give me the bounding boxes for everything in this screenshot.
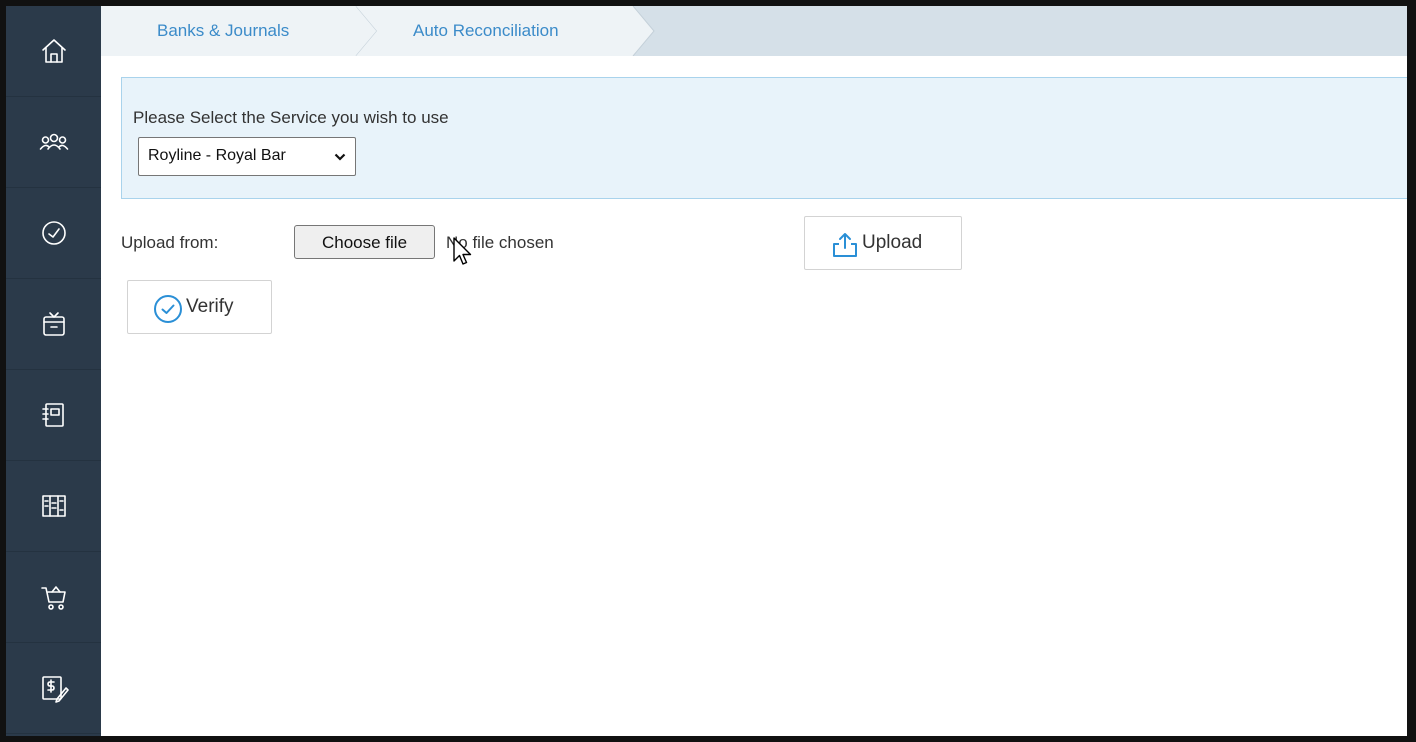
- service-select[interactable]: Royline - Royal Bar: [138, 137, 356, 176]
- sidebar-item-reports[interactable]: [6, 461, 101, 552]
- upload-button[interactable]: Upload: [804, 216, 962, 270]
- breadcrumb-item-auto-reconciliation[interactable]: Auto Reconciliation: [413, 21, 559, 41]
- verify-button-label: Verify: [186, 296, 234, 317]
- sidebar-item-dashboard[interactable]: [6, 188, 101, 279]
- choose-file-button[interactable]: Choose file: [294, 225, 435, 259]
- sidebar: [6, 6, 101, 736]
- service-panel: Please Select the Service you wish to us…: [121, 77, 1407, 199]
- upload-icon: [833, 233, 857, 257]
- breadcrumb: Banks & Journals Auto Reconciliation: [101, 6, 1407, 56]
- chevron-down-icon: [334, 153, 346, 161]
- contacts-icon: [39, 133, 68, 150]
- sidebar-item-contacts[interactable]: [6, 97, 101, 188]
- service-label: Please Select the Service you wish to us…: [133, 108, 449, 127]
- upload-button-label: Upload: [862, 232, 923, 253]
- service-select-value: Royline - Royal Bar: [148, 147, 286, 164]
- main-content: Banks & Journals Auto Reconciliation Ple…: [101, 6, 1407, 736]
- sidebar-item-inbox[interactable]: [6, 279, 101, 370]
- cart-icon: [40, 586, 66, 610]
- check-circle-icon: [154, 295, 182, 323]
- invoice-icon: [41, 676, 69, 703]
- sidebar-item-ledger[interactable]: [6, 370, 101, 461]
- inbox-icon: [42, 312, 65, 336]
- mouse-cursor-icon: [453, 237, 472, 265]
- sidebar-item-home[interactable]: [6, 6, 101, 97]
- breadcrumb-item-banks-journals[interactable]: Banks & Journals: [157, 21, 289, 41]
- home-icon: [41, 39, 66, 63]
- sidebar-item-invoice[interactable]: [6, 643, 101, 734]
- app-window: Banks & Journals Auto Reconciliation Ple…: [0, 0, 1416, 742]
- upload-from-label: Upload from:: [121, 233, 219, 252]
- dashboard-icon: [41, 221, 66, 245]
- verify-button[interactable]: Verify: [127, 280, 272, 334]
- sidebar-item-cart[interactable]: [6, 552, 101, 643]
- ledger-icon: [41, 403, 64, 427]
- reports-icon: [41, 495, 66, 517]
